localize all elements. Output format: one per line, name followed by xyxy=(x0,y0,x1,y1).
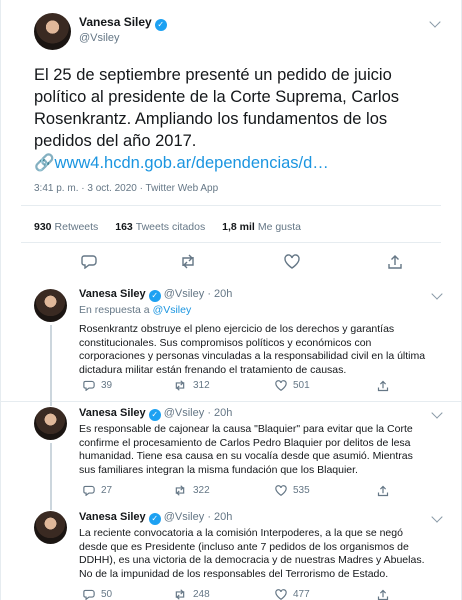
retweet-icon[interactable] xyxy=(179,254,197,269)
author-handle[interactable]: @Vsiley xyxy=(79,32,120,44)
reply-text: La reciente convocatoria a la comisión I… xyxy=(79,527,425,580)
verified-icon: ✓ xyxy=(148,290,161,302)
divider xyxy=(21,242,441,243)
like-icon[interactable] xyxy=(284,254,300,269)
divider xyxy=(21,205,441,206)
chevron-down-icon[interactable] xyxy=(431,288,443,300)
retweet-icon xyxy=(175,589,185,600)
thread-line xyxy=(50,443,52,506)
reply-button[interactable]: 39 xyxy=(83,380,112,391)
share-button[interactable] xyxy=(377,380,395,392)
share-icon xyxy=(377,589,389,600)
avatar[interactable] xyxy=(34,511,67,544)
retweet-button[interactable]: 322 xyxy=(173,485,210,496)
reply-action-bar: 39 312 501 xyxy=(79,380,409,394)
reply-text: Rosenkrantz obstruye el pleno ejercicio … xyxy=(79,323,426,376)
in-reply-to: En respuesta a @Vsiley xyxy=(79,304,192,316)
like-button[interactable]: 501 xyxy=(275,380,310,391)
like-button[interactable]: 535 xyxy=(275,485,310,496)
reply-tweet[interactable]: Vanesa Siley ✓ @Vsiley · 20h Es responsab… xyxy=(0,402,462,506)
reply-header: Vanesa Siley ✓ @Vsiley · 20h xyxy=(79,511,233,525)
verified-icon: ✓ xyxy=(148,513,161,525)
chevron-down-icon[interactable] xyxy=(429,16,441,28)
like-icon xyxy=(275,485,287,496)
avatar[interactable] xyxy=(34,289,67,322)
verified-icon: ✓ xyxy=(148,409,161,421)
verified-icon: ✓ xyxy=(154,19,167,31)
retweet-button[interactable]: 248 xyxy=(173,589,210,600)
link-emoji: 🔗 xyxy=(34,154,55,172)
like-icon xyxy=(275,380,287,391)
tweet-stats: 930 Retweets 163 Tweets citados 1,8 mil Me … xyxy=(34,221,315,233)
retweet-icon xyxy=(175,485,185,496)
author-name[interactable]: Vanesa Siley ✓ xyxy=(79,15,167,31)
reply-header: Vanesa Siley ✓ @Vsiley · 20h xyxy=(79,288,233,302)
reply-icon xyxy=(83,485,95,496)
reply-icon[interactable] xyxy=(81,254,97,269)
reply-action-bar: 50 248 477 xyxy=(79,589,409,600)
thread-line xyxy=(50,402,52,406)
avatar[interactable] xyxy=(34,13,71,50)
likes-stat[interactable]: 1,8 mil Me gusta xyxy=(222,221,301,233)
reply-tweet[interactable]: Vanesa Siley ✓ @Vsiley · 20h En respuesta… xyxy=(0,283,462,402)
tweet-timestamp[interactable]: 3:41 p. m. · 3 oct. 2020 · Twitter Web A… xyxy=(34,183,218,194)
retweet-icon xyxy=(175,380,185,391)
thread-line xyxy=(50,325,52,402)
like-icon xyxy=(275,589,287,600)
avatar[interactable] xyxy=(34,407,67,440)
retweets-stat[interactable]: 930 Retweets xyxy=(34,221,98,233)
reply-text: Es responsable de cajonear la causa "Bla… xyxy=(79,423,413,476)
reply-button[interactable]: 27 xyxy=(83,485,112,496)
main-tweet: Vanesa Siley ✓ @Vsiley El 25 de septiembr… xyxy=(0,0,462,283)
reply-action-bar: 27 322 535 xyxy=(79,485,409,499)
tweet-link[interactable]: www4.hcdn.gob.ar/dependencias/d… xyxy=(55,154,329,172)
reply-button[interactable]: 50 xyxy=(83,589,112,600)
chevron-down-icon[interactable] xyxy=(431,511,443,523)
like-button[interactable]: 477 xyxy=(275,589,310,600)
share-icon xyxy=(377,485,389,497)
quotes-stat[interactable]: 163 Tweets citados xyxy=(115,221,205,233)
share-icon xyxy=(377,380,389,392)
tweet-text: El 25 de septiembre presenté un pedido d… xyxy=(34,66,400,172)
reply-header: Vanesa Siley ✓ @Vsiley · 20h xyxy=(79,407,233,421)
share-button[interactable] xyxy=(377,589,395,600)
retweet-button[interactable]: 312 xyxy=(173,380,210,391)
reply-tweet[interactable]: Vanesa Siley ✓ @Vsiley · 20h La reciente … xyxy=(0,506,462,600)
share-icon[interactable] xyxy=(387,254,403,270)
reply-icon xyxy=(83,589,95,600)
main-action-bar xyxy=(1,254,462,274)
share-button[interactable] xyxy=(377,485,395,497)
chevron-down-icon[interactable] xyxy=(431,407,443,419)
reply-icon xyxy=(83,380,95,391)
thread-line xyxy=(50,506,52,510)
